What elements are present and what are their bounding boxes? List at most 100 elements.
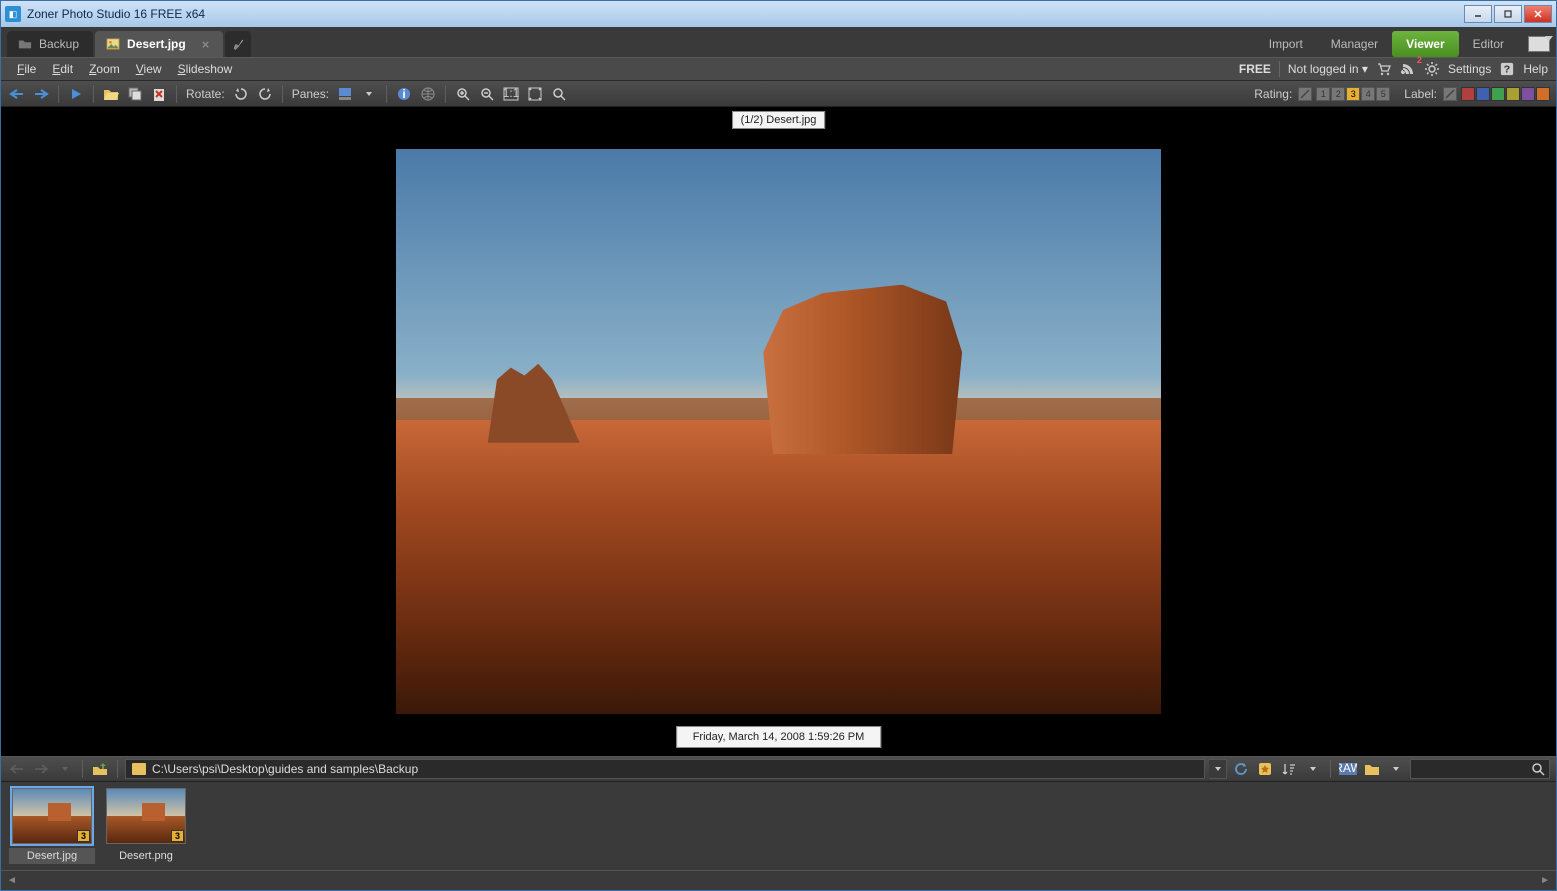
rating-5[interactable]: 5: [1376, 87, 1390, 101]
thumbnail[interactable]: 3 Desert.jpg: [9, 788, 95, 864]
search-field[interactable]: [1410, 759, 1550, 779]
path-up-button[interactable]: [90, 759, 110, 779]
thumbnail[interactable]: 3Desert.png: [103, 788, 189, 864]
path-history-button[interactable]: [55, 759, 75, 779]
path-field[interactable]: C:\Users\psi\Desktop\guides and samples\…: [125, 759, 1205, 779]
image-viewer[interactable]: (1/2) Desert.jpg Friday, March 14, 2008 …: [1, 107, 1556, 756]
zoom-out-button[interactable]: [477, 84, 497, 104]
tab-bar: Backup Desert.jpg × Import Manager Viewe…: [1, 27, 1556, 57]
maximize-button[interactable]: [1494, 5, 1522, 23]
copy-button[interactable]: [125, 84, 145, 104]
path-fwd-button[interactable]: [31, 759, 51, 779]
pane-dropdown-button[interactable]: [359, 84, 379, 104]
sort-button[interactable]: [1279, 759, 1299, 779]
settings-link[interactable]: Settings: [1448, 62, 1491, 76]
window-title: Zoner Photo Studio 16 FREE x64: [27, 7, 1464, 21]
mode-editor[interactable]: Editor: [1459, 31, 1518, 57]
app-icon: ◧: [5, 6, 21, 22]
menu-slideshow[interactable]: Slideshow: [170, 60, 241, 78]
filter-dropdown[interactable]: [1386, 759, 1406, 779]
label-swatch-3[interactable]: [1506, 87, 1520, 101]
minimize-button[interactable]: [1464, 5, 1492, 23]
mode-import[interactable]: Import: [1255, 31, 1317, 57]
mode-viewer[interactable]: Viewer: [1392, 31, 1458, 57]
cart-icon[interactable]: [1376, 61, 1392, 77]
svg-text:i: i: [402, 87, 405, 101]
rating-2[interactable]: 2: [1331, 87, 1345, 101]
refresh-button[interactable]: [1231, 759, 1251, 779]
svg-text:RAW: RAW: [1339, 762, 1357, 775]
sort-dropdown[interactable]: [1303, 759, 1323, 779]
image-icon: [105, 36, 121, 52]
mail-icon[interactable]: [1528, 36, 1550, 52]
help-icon[interactable]: ?: [1499, 61, 1515, 77]
filter-folder-button[interactable]: [1362, 759, 1382, 779]
label-swatch-0[interactable]: [1461, 87, 1475, 101]
rating-label: Rating:: [1254, 87, 1292, 101]
rating-boxes: 12345: [1316, 87, 1390, 101]
panes-label: Panes:: [292, 87, 329, 101]
rss-count: 2: [1417, 55, 1422, 65]
rating-1[interactable]: 1: [1316, 87, 1330, 101]
path-dropdown[interactable]: [1209, 759, 1227, 779]
info-button[interactable]: i: [394, 84, 414, 104]
zoom-11-button[interactable]: 1:1: [501, 84, 521, 104]
favorites-button[interactable]: [1255, 759, 1275, 779]
menu-file[interactable]: File: [9, 60, 44, 78]
label-swatch-2[interactable]: [1491, 87, 1505, 101]
menu-edit[interactable]: Edit: [44, 60, 81, 78]
mode-manager[interactable]: Manager: [1317, 31, 1392, 57]
window-controls: [1464, 5, 1552, 23]
separator: [1279, 61, 1280, 77]
search-icon: [1531, 762, 1545, 776]
rss-icon[interactable]: 2: [1400, 61, 1416, 77]
free-badge: FREE: [1239, 62, 1271, 76]
filter-raw-button[interactable]: RAW: [1338, 759, 1358, 779]
gear-icon[interactable]: [1424, 61, 1440, 77]
globe-button[interactable]: [418, 84, 438, 104]
delete-button[interactable]: [149, 84, 169, 104]
thumb-rating: 3: [77, 830, 90, 842]
photo-canvas: [396, 149, 1161, 714]
mode-switcher: Import Manager Viewer Editor: [1255, 31, 1550, 57]
folder-icon: [17, 36, 33, 52]
pane-filmstrip-button[interactable]: [335, 84, 355, 104]
tab-new[interactable]: [225, 31, 251, 57]
thumb-filename: Desert.jpg: [9, 848, 95, 864]
zoom-in-button[interactable]: [453, 84, 473, 104]
thumb-filename: Desert.png: [103, 848, 189, 864]
scroll-right-icon[interactable]: ►: [1540, 875, 1550, 886]
rating-clear[interactable]: [1298, 87, 1312, 101]
tab-backup[interactable]: Backup: [7, 31, 93, 57]
help-link[interactable]: Help: [1523, 62, 1548, 76]
tab-label: Backup: [39, 37, 79, 51]
label-swatch-5[interactable]: [1536, 87, 1550, 101]
open-button[interactable]: [101, 84, 121, 104]
rotate-right-button[interactable]: [255, 84, 275, 104]
tab-close-icon[interactable]: ×: [202, 37, 210, 52]
path-bar: C:\Users\psi\Desktop\guides and samples\…: [1, 756, 1556, 782]
zoom-fit-button[interactable]: [525, 84, 545, 104]
folder-icon: [132, 763, 146, 775]
prev-button[interactable]: [7, 84, 27, 104]
zoom-lock-button[interactable]: [549, 84, 569, 104]
status-bar: ◄ ►: [1, 870, 1556, 890]
next-button[interactable]: [31, 84, 51, 104]
toolbar-right: Rating: 12345 Label:: [1252, 87, 1550, 101]
path-back-button[interactable]: [7, 759, 27, 779]
rating-4[interactable]: 4: [1361, 87, 1375, 101]
menu-view[interactable]: View: [128, 60, 170, 78]
label-swatch-1[interactable]: [1476, 87, 1490, 101]
play-button[interactable]: [66, 84, 86, 104]
menu-zoom[interactable]: Zoom: [81, 60, 128, 78]
rotate-left-button[interactable]: [231, 84, 251, 104]
login-status[interactable]: Not logged in ▾: [1288, 62, 1368, 76]
close-button[interactable]: [1524, 5, 1552, 23]
scroll-left-icon[interactable]: ◄: [7, 875, 17, 886]
label-clear[interactable]: [1443, 87, 1457, 101]
label-swatch-4[interactable]: [1521, 87, 1535, 101]
image-counter: (1/2) Desert.jpg: [732, 111, 826, 129]
tab-desert[interactable]: Desert.jpg ×: [95, 31, 223, 57]
rating-3[interactable]: 3: [1346, 87, 1360, 101]
rotate-label: Rotate:: [186, 87, 225, 101]
